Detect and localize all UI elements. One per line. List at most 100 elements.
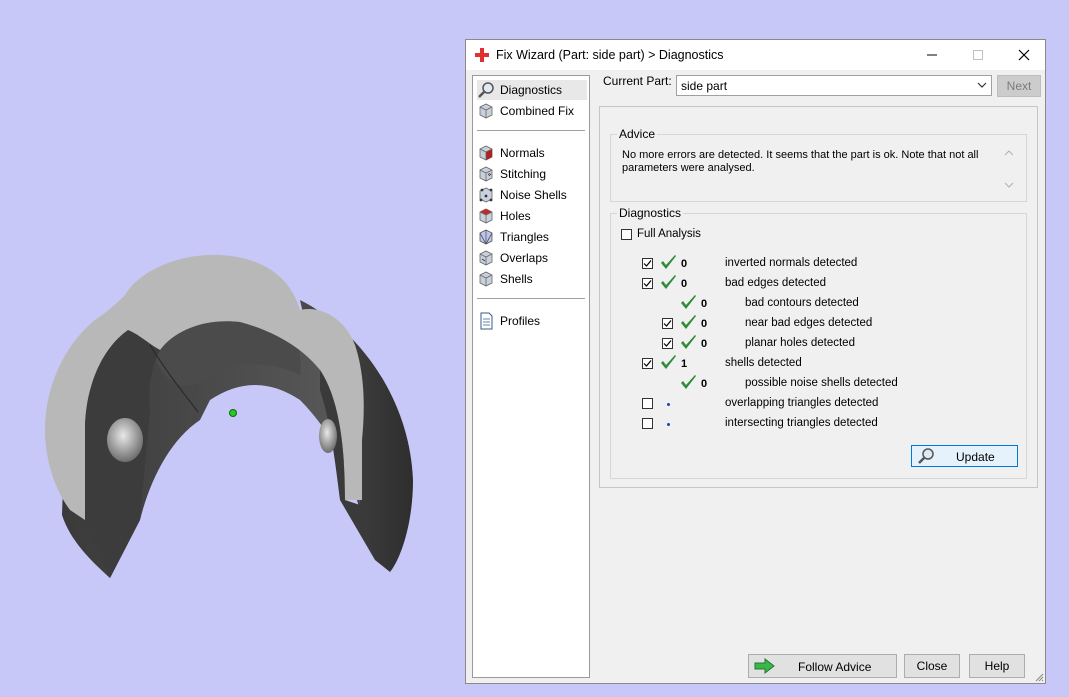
current-part-value: side part: [681, 79, 728, 93]
row-checkbox[interactable]: [642, 278, 653, 289]
sidebar-item-label: Normals: [500, 146, 545, 160]
diagnostics-panel: Advice No more errors are detected. It s…: [599, 106, 1038, 488]
pending-dot-icon: [667, 403, 670, 406]
update-button-label: Update: [956, 450, 995, 464]
part-model: [45, 254, 413, 578]
green-check-icon: [681, 375, 696, 389]
sidebar-item-profiles[interactable]: Profiles: [477, 311, 587, 331]
full-analysis-checkbox[interactable]: [621, 229, 632, 240]
row-label: overlapping triangles detected: [725, 397, 879, 409]
green-check-icon: [661, 255, 676, 269]
cube-icon: [479, 103, 493, 119]
sidebar-item-triangles[interactable]: Triangles: [477, 227, 587, 247]
checkmark-icon: [643, 260, 652, 267]
row-label: planar holes detected: [745, 337, 855, 349]
row-count: 0: [701, 318, 708, 330]
row-checkbox[interactable]: [642, 418, 653, 429]
sidebar-item-label: Holes: [500, 209, 531, 223]
row-count: 1: [681, 358, 688, 370]
overlaps-cube-icon: [479, 250, 493, 266]
title-bar[interactable]: Fix Wizard (Part: side part) > Diagnosti…: [466, 40, 1045, 70]
normals-cube-icon: [479, 145, 493, 161]
sidebar-item-combined-fix[interactable]: Combined Fix: [477, 101, 587, 121]
row-label: inverted normals detected: [725, 257, 858, 269]
sidebar-item-holes[interactable]: Holes: [477, 206, 587, 226]
minimize-icon: [927, 54, 937, 56]
row-count: 0: [701, 298, 708, 310]
sidebar-item-label: Combined Fix: [500, 104, 575, 118]
green-check-icon: [681, 315, 696, 329]
close-window-button[interactable]: [1001, 40, 1047, 70]
shells-cube-icon: [479, 271, 493, 287]
diagnostics-group: Diagnostics Full Analysis 0 inverted nor…: [610, 206, 1027, 479]
follow-advice-label: Follow Advice: [798, 660, 872, 674]
magnifier-icon: [918, 448, 934, 464]
noise-shells-icon: [479, 187, 493, 203]
checkmark-icon: [663, 320, 672, 327]
row-checkbox[interactable]: [642, 258, 653, 269]
row-label: intersecting triangles detected: [725, 417, 878, 429]
sidebar-item-shells[interactable]: Shells: [477, 269, 587, 289]
sidebar-item-noise-shells[interactable]: Noise Shells: [477, 185, 587, 205]
checkmark-icon: [643, 280, 652, 287]
advice-scrollbar[interactable]: [1001, 147, 1017, 191]
green-check-icon: [661, 275, 676, 289]
stitching-cube-icon: [479, 166, 493, 182]
fix-wizard-dialog: Fix Wizard (Part: side part) > Diagnosti…: [465, 39, 1046, 684]
full-analysis-label: Full Analysis: [637, 228, 701, 240]
advice-group: Advice No more errors are detected. It s…: [610, 127, 1027, 202]
sidebar-item-overlaps[interactable]: Overlaps: [477, 248, 587, 268]
checkmark-icon: [643, 360, 652, 367]
close-button[interactable]: Close: [904, 654, 960, 678]
sidebar-item-label: Stitching: [500, 167, 547, 181]
row-checkbox[interactable]: [662, 338, 673, 349]
green-check-icon: [681, 335, 696, 349]
pending-dot-icon: [667, 423, 670, 426]
diagnostics-title: Diagnostics: [617, 206, 684, 220]
sidebar-divider: [477, 130, 585, 131]
help-button[interactable]: Help: [969, 654, 1025, 678]
sidebar-divider: [477, 298, 585, 299]
magnifier-icon: [478, 82, 494, 98]
row-label: bad edges detected: [725, 277, 827, 289]
3d-viewport[interactable]: [0, 0, 460, 697]
green-check-icon: [661, 355, 676, 369]
close-icon: [1018, 49, 1030, 61]
row-label: near bad edges detected: [745, 317, 873, 329]
current-part-select[interactable]: side part: [676, 75, 992, 96]
row-label: possible noise shells detected: [745, 377, 898, 389]
maximize-icon: [973, 50, 983, 60]
advice-text: No more errors are detected. It seems th…: [622, 149, 979, 174]
sidebar-item-diagnostics[interactable]: Diagnostics: [477, 80, 587, 100]
maximize-button[interactable]: [955, 40, 1001, 70]
sidebar-item-stitching[interactable]: Stitching: [477, 164, 587, 184]
chevron-down-icon: [977, 82, 987, 88]
row-count: 0: [701, 378, 708, 390]
row-checkbox[interactable]: [642, 398, 653, 409]
sidebar-item-label: Overlaps: [500, 251, 549, 265]
document-icon: [480, 312, 493, 330]
red-cross-icon: [475, 48, 489, 62]
row-checkbox[interactable]: [642, 358, 653, 369]
row-count: 0: [701, 338, 708, 350]
sidebar-item-label: Shells: [500, 272, 533, 286]
sidebar-item-label: Profiles: [500, 314, 541, 328]
row-checkbox[interactable]: [662, 318, 673, 329]
current-part-label: Current Part:: [603, 74, 672, 88]
follow-advice-button[interactable]: Follow Advice: [748, 654, 897, 678]
minimize-button[interactable]: [909, 40, 955, 70]
window-title: Fix Wizard (Part: side part) > Diagnosti…: [496, 48, 724, 62]
next-button[interactable]: Next: [997, 75, 1041, 97]
update-button[interactable]: Update: [911, 445, 1018, 467]
sidebar-item-label: Noise Shells: [500, 188, 567, 202]
sidebar-item-label: Triangles: [500, 230, 549, 244]
triangles-icon: [479, 229, 493, 245]
arrow-right-icon: [754, 658, 775, 674]
wizard-sidebar: Diagnostics Combined Fix Normals Stitchi…: [472, 75, 590, 678]
sidebar-item-label: Diagnostics: [500, 83, 563, 97]
advice-title: Advice: [617, 127, 658, 141]
resize-grip-icon[interactable]: [1034, 672, 1044, 682]
sidebar-item-normals[interactable]: Normals: [477, 143, 587, 163]
green-check-icon: [681, 295, 696, 309]
checkmark-icon: [663, 340, 672, 347]
